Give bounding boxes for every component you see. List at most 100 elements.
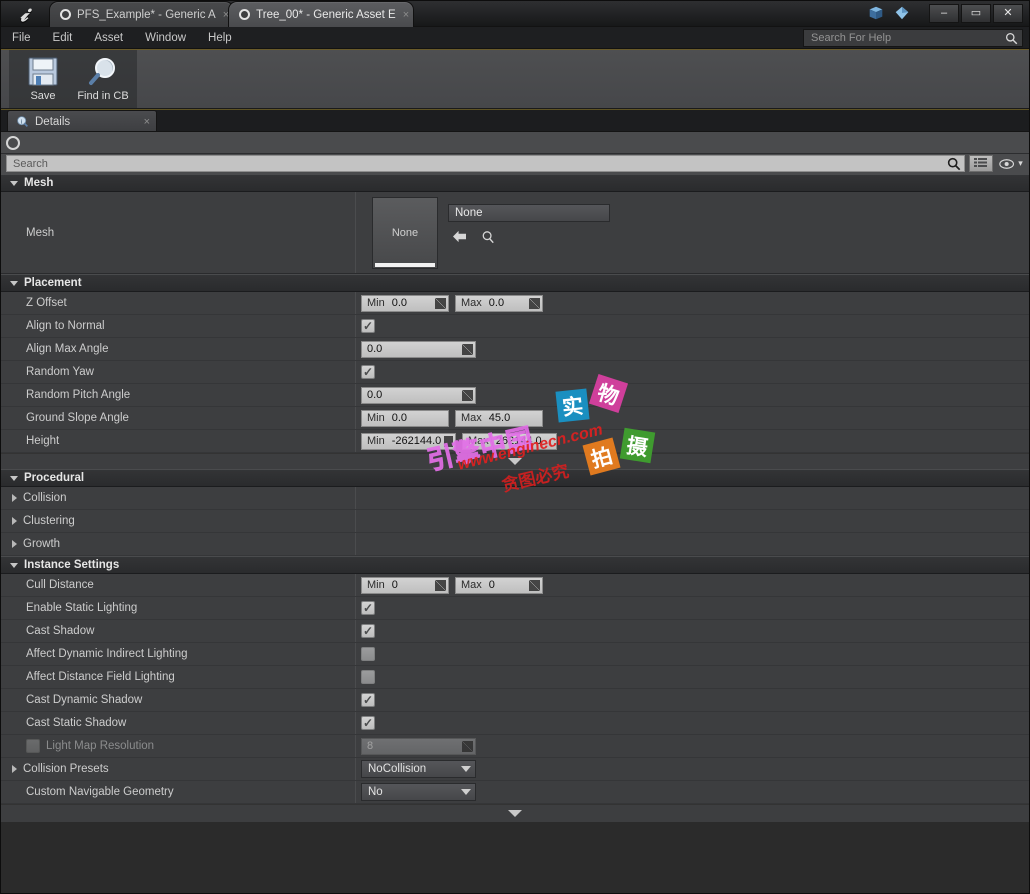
category-header-instance-settings[interactable]: Instance Settings — [1, 556, 1029, 574]
browse-magnifier-icon[interactable] — [481, 230, 495, 244]
chevron-right-icon[interactable] — [12, 494, 17, 502]
collision-presets-dropdown[interactable]: NoCollision — [361, 760, 476, 778]
property-row-random-yaw: Random Yaw ✓ — [1, 361, 1029, 384]
mesh-asset-picker[interactable]: None — [448, 204, 610, 222]
chevron-down-icon — [461, 789, 471, 795]
cast-static-shadow-checkbox[interactable]: ✓ — [361, 716, 375, 730]
cast-dynamic-shadow-checkbox[interactable]: ✓ — [361, 693, 375, 707]
random-yaw-checkbox[interactable]: ✓ — [361, 365, 375, 379]
menu-asset[interactable]: Asset — [83, 27, 134, 49]
height-min-input[interactable]: Min -262144.0 — [361, 432, 456, 450]
asset-tab-strip: PFS_Example* - Generic A × Tree_00* - Ge… — [49, 1, 415, 27]
max-key: Max — [461, 579, 482, 591]
asset-tab-pfs-example[interactable]: PFS_Example* - Generic A × — [49, 1, 235, 27]
property-row-cast-static-shadow: Cast Static Shadow ✓ — [1, 712, 1029, 735]
window-controls: – ▭ ✕ — [929, 4, 1023, 23]
max-value: 45.0 — [488, 412, 511, 424]
property-value: Min -262144.0 Max 262144.0 — [356, 430, 1029, 452]
random-pitch-angle-input[interactable]: 0.0 — [361, 386, 476, 404]
category-header-placement[interactable]: Placement — [1, 274, 1029, 292]
maximize-button[interactable]: ▭ — [961, 4, 991, 23]
affect-dynamic-indirect-lighting-checkbox[interactable] — [361, 647, 375, 661]
menu-help[interactable]: Help — [197, 27, 243, 49]
cull-distance-min-input[interactable]: Min 0 — [361, 576, 449, 594]
affect-distance-field-lighting-checkbox[interactable] — [361, 670, 375, 684]
property-row-collision-group[interactable]: Collision — [1, 487, 1029, 510]
property-label: Cast Dynamic Shadow — [1, 689, 356, 711]
custom-navigable-geometry-dropdown[interactable]: No — [361, 783, 476, 801]
help-search-placeholder: Search For Help — [811, 32, 892, 44]
minimize-button[interactable]: – — [929, 4, 959, 23]
use-selected-arrow-icon[interactable] — [452, 230, 467, 243]
light-map-resolution-override-checkbox[interactable] — [26, 739, 40, 753]
chevron-right-icon[interactable] — [12, 517, 17, 525]
property-value: 0.0 — [356, 384, 1029, 406]
find-in-cb-button[interactable]: Find in CB — [75, 53, 131, 107]
chevron-right-icon[interactable] — [12, 765, 17, 773]
value: 0.0 — [367, 343, 383, 355]
property-value: 0.0 — [356, 338, 1029, 360]
spinner-icon[interactable] — [529, 297, 540, 309]
placement-scroll-indicator[interactable] — [1, 453, 1029, 469]
mesh-thumbnail[interactable]: None — [372, 197, 438, 269]
menu-window[interactable]: Window — [134, 27, 197, 49]
lock-details-icon[interactable] — [6, 135, 20, 150]
cube-blue-icon[interactable] — [867, 4, 885, 22]
align-to-normal-checkbox[interactable]: ✓ — [361, 319, 375, 333]
min-key: Min — [367, 579, 385, 591]
close-icon[interactable]: × — [124, 116, 150, 128]
menu-edit[interactable]: Edit — [42, 27, 84, 49]
value: 8 — [367, 740, 374, 752]
property-label: Cull Distance — [1, 574, 356, 596]
grid-icon[interactable] — [969, 155, 993, 172]
property-value — [356, 533, 1029, 555]
enable-static-lighting-checkbox[interactable]: ✓ — [361, 601, 375, 615]
tab-status-icon — [239, 9, 251, 20]
ground-slope-max-input[interactable]: Max 45.0 — [455, 409, 543, 427]
spinner-icon[interactable] — [435, 579, 446, 591]
menu-file[interactable]: File — [1, 27, 42, 49]
property-row-align-max-angle: Align Max Angle 0.0 — [1, 338, 1029, 361]
category-header-procedural[interactable]: Procedural — [1, 469, 1029, 487]
z-offset-min-input[interactable]: Min 0.0 — [361, 294, 449, 312]
eye-icon[interactable]: ▾ — [997, 155, 1025, 172]
details-scroll-indicator[interactable] — [1, 804, 1029, 822]
property-label: Cast Shadow — [1, 620, 356, 642]
property-row-growth-group[interactable]: Growth — [1, 533, 1029, 556]
close-icon[interactable]: × — [403, 9, 409, 21]
chevron-right-icon[interactable] — [12, 540, 17, 548]
align-max-angle-input[interactable]: 0.0 — [361, 340, 476, 358]
cast-shadow-checkbox[interactable]: ✓ — [361, 624, 375, 638]
property-value: ✓ — [356, 597, 1029, 619]
property-label-text: Collision Presets — [23, 763, 109, 775]
spinner-icon[interactable] — [529, 579, 540, 591]
property-value — [356, 643, 1029, 665]
spinner-icon[interactable] — [462, 343, 473, 355]
help-search-input[interactable]: Search For Help — [803, 29, 1023, 47]
ground-slope-min-input[interactable]: Min 0.0 — [361, 409, 449, 427]
z-offset-max-input[interactable]: Max 0.0 — [455, 294, 543, 312]
spinner-icon — [462, 740, 473, 752]
save-icon — [28, 57, 58, 86]
diamond-blue-icon[interactable] — [893, 4, 911, 22]
chevron-down-icon — [10, 280, 18, 286]
max-value: 0 — [488, 579, 495, 591]
property-row-clustering-group[interactable]: Clustering — [1, 510, 1029, 533]
category-header-mesh[interactable]: Mesh — [1, 174, 1029, 192]
cull-distance-max-input[interactable]: Max 0 — [455, 576, 543, 594]
close-button[interactable]: ✕ — [993, 4, 1023, 23]
max-value: 0.0 — [488, 297, 505, 309]
spinner-icon[interactable] — [435, 297, 446, 309]
save-button[interactable]: Save — [15, 53, 71, 107]
property-row-affect-distance-field-lighting: Affect Distance Field Lighting — [1, 666, 1029, 689]
spinner-icon[interactable] — [444, 435, 453, 447]
height-max-input[interactable]: Max 262144.0 — [462, 432, 557, 450]
spinner-icon[interactable] — [462, 389, 473, 401]
asset-tab-tree-00[interactable]: Tree_00* - Generic Asset E × — [228, 1, 415, 27]
search-icon — [1005, 32, 1018, 44]
search-input[interactable]: Search — [6, 155, 965, 172]
value: 0.0 — [367, 389, 383, 401]
tab-details[interactable]: i Details × — [7, 110, 157, 132]
property-value: ✓ — [356, 620, 1029, 642]
unreal-logo-icon: 𝓲 — [20, 1, 28, 26]
